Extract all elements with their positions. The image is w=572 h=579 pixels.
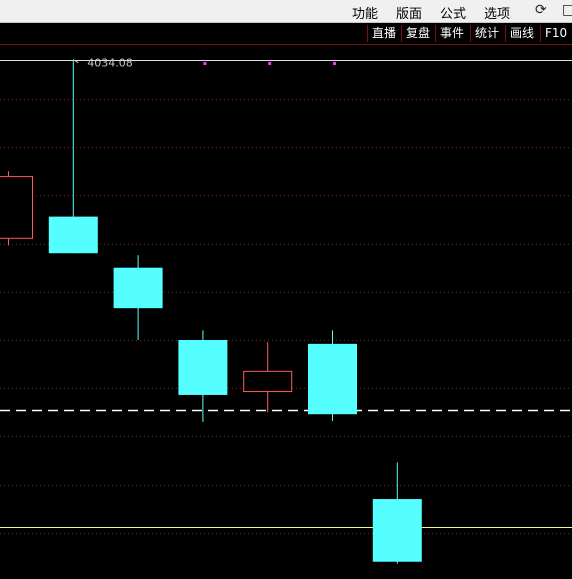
toolbar: 直播 复盘 事件 统计 画线 F10 (0, 23, 572, 45)
menu-function[interactable]: 功能 (352, 3, 378, 22)
marker-dot (268, 62, 272, 65)
candlestick-chart[interactable]: 4034.08 (0, 45, 572, 579)
candle-body (113, 267, 163, 309)
marker-dot (333, 62, 336, 65)
window-restore-icon[interactable]: □ (562, 2, 572, 18)
menu-layout[interactable]: 版面 (396, 3, 422, 22)
menu-formula[interactable]: 公式 (440, 3, 466, 22)
menu-options[interactable]: 选项 (484, 3, 510, 22)
refresh-icon[interactable]: ⟳ (535, 2, 547, 18)
candle-body (243, 370, 293, 393)
live-button[interactable]: 直播 (367, 25, 401, 42)
f10-button[interactable]: F10 (540, 25, 572, 42)
candle-body (48, 216, 98, 254)
high-price-label: 4034.08 (87, 57, 133, 70)
candle-body (372, 499, 422, 562)
draw-line-button[interactable]: 画线 (505, 25, 540, 42)
candle-body (178, 340, 228, 395)
menu-bar: 功能 版面 公式 选项 ⟳ □ (0, 0, 572, 23)
stats-button[interactable]: 统计 (470, 25, 505, 42)
events-button[interactable]: 事件 (435, 25, 470, 42)
replay-button[interactable]: 复盘 (401, 25, 435, 42)
marker-dot (203, 62, 207, 65)
candle-body (0, 176, 33, 239)
candle-body (308, 343, 357, 415)
